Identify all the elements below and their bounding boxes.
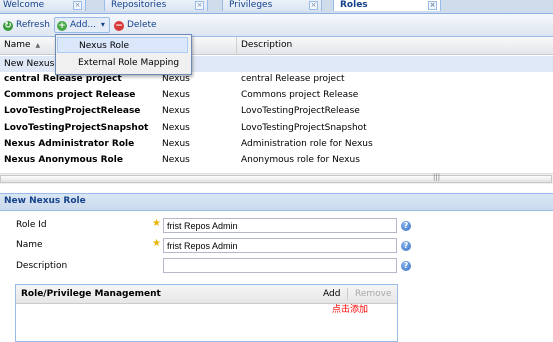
table-row[interactable]: LovoTestingProjectRelease Nexus LovoTest… bbox=[0, 103, 553, 119]
add-button[interactable]: + Add... ▾ bbox=[54, 17, 110, 33]
delete-icon: − bbox=[114, 21, 124, 31]
refresh-button[interactable]: ↻ Refresh bbox=[3, 18, 50, 32]
cell-realm: Nexus bbox=[162, 155, 190, 165]
cell-name: Commons project Release bbox=[4, 90, 136, 100]
cell-name: Nexus Administrator Role bbox=[4, 139, 135, 149]
cell-name: Nexus Anonymous Role bbox=[4, 155, 123, 165]
table-row[interactable]: Nexus Anonymous Role Nexus Anonymous rol… bbox=[0, 152, 553, 168]
close-icon[interactable]: × bbox=[428, 1, 437, 10]
cell-name: LovoTestingProjectSnapshot bbox=[4, 123, 149, 133]
tab-label: Roles bbox=[340, 0, 368, 10]
refresh-icon: ↻ bbox=[3, 21, 13, 31]
cell-realm: Nexus bbox=[162, 90, 190, 100]
chevron-down-icon: ▾ bbox=[100, 20, 105, 29]
tab-roles[interactable]: Roles × bbox=[333, 0, 441, 11]
cell-description: LovoTestingProjectSnapshot bbox=[241, 123, 367, 133]
add-label: Add... bbox=[70, 20, 97, 30]
cell-description: Anonymous role for Nexus bbox=[241, 155, 360, 165]
form-header: New Nexus Role bbox=[0, 193, 553, 211]
cell-description: central Release project bbox=[241, 74, 345, 84]
annotation-text: 点击添加 bbox=[332, 305, 369, 315]
tab-label: Repositories bbox=[111, 0, 167, 10]
column-header-description[interactable]: Description bbox=[237, 37, 553, 54]
help-icon[interactable]: ? bbox=[401, 261, 411, 271]
help-icon[interactable]: ? bbox=[401, 221, 411, 231]
role-privilege-title: Role/Privilege Management bbox=[21, 289, 161, 299]
close-icon[interactable]: × bbox=[195, 1, 204, 10]
sort-asc-icon: ▲ bbox=[35, 42, 41, 49]
delete-label: Delete bbox=[127, 20, 157, 30]
name-input[interactable] bbox=[163, 238, 397, 253]
required-icon: ★ bbox=[152, 218, 161, 229]
tab-repositories[interactable]: Repositories × bbox=[104, 0, 208, 11]
tab-bar: Welcome × Repositories × Privileges × Ro… bbox=[0, 0, 553, 14]
grip-icon: ||| bbox=[433, 173, 441, 181]
close-icon[interactable]: × bbox=[73, 1, 82, 10]
cell-name: New Nexus bbox=[4, 59, 55, 69]
menu-item-external-role-mapping[interactable]: External Role Mapping bbox=[57, 55, 188, 71]
description-label: Description bbox=[16, 261, 68, 271]
divider bbox=[347, 288, 348, 300]
help-icon[interactable]: ? bbox=[401, 241, 411, 251]
delete-button[interactable]: − Delete bbox=[114, 18, 157, 32]
add-menu: Nexus Role External Role Mapping bbox=[55, 34, 192, 75]
close-icon[interactable]: × bbox=[309, 1, 318, 10]
table-row[interactable]: Nexus Administrator Role Nexus Administr… bbox=[0, 136, 553, 152]
add-role-button[interactable]: Add bbox=[323, 289, 340, 299]
role-id-label: Role Id bbox=[16, 220, 47, 230]
cell-realm: Nexus bbox=[162, 106, 190, 116]
form-title: New Nexus Role bbox=[4, 196, 86, 206]
tab-welcome[interactable]: Welcome × bbox=[0, 0, 86, 11]
role-id-input[interactable] bbox=[163, 218, 397, 233]
table-row[interactable]: Commons project Release Nexus Commons pr… bbox=[0, 87, 553, 103]
tab-label: Welcome bbox=[3, 0, 45, 10]
menu-item-nexus-role[interactable]: Nexus Role bbox=[57, 37, 188, 53]
tab-privileges[interactable]: Privileges × bbox=[222, 0, 322, 11]
tab-label: Privileges bbox=[229, 0, 273, 10]
cell-description: Administration role for Nexus bbox=[241, 139, 373, 149]
refresh-label: Refresh bbox=[16, 20, 50, 30]
name-label: Name bbox=[16, 240, 43, 250]
column-label: Name bbox=[4, 40, 31, 50]
scrollbar-thumb[interactable] bbox=[0, 175, 552, 183]
required-icon: ★ bbox=[152, 238, 161, 249]
description-input[interactable] bbox=[163, 258, 397, 273]
table-row[interactable]: LovoTestingProjectSnapshot Nexus LovoTes… bbox=[0, 120, 553, 136]
cell-realm: Nexus bbox=[162, 139, 190, 149]
horizontal-scrollbar[interactable]: ||| bbox=[0, 173, 553, 184]
cell-description: Commons project Release bbox=[241, 90, 359, 100]
cell-realm: Nexus bbox=[162, 123, 190, 133]
cell-name: LovoTestingProjectRelease bbox=[4, 106, 141, 116]
column-label: Description bbox=[241, 40, 293, 50]
remove-role-button[interactable]: Remove bbox=[355, 289, 392, 299]
cell-description: LovoTestingProjectRelease bbox=[241, 106, 360, 116]
add-icon: + bbox=[57, 21, 67, 31]
